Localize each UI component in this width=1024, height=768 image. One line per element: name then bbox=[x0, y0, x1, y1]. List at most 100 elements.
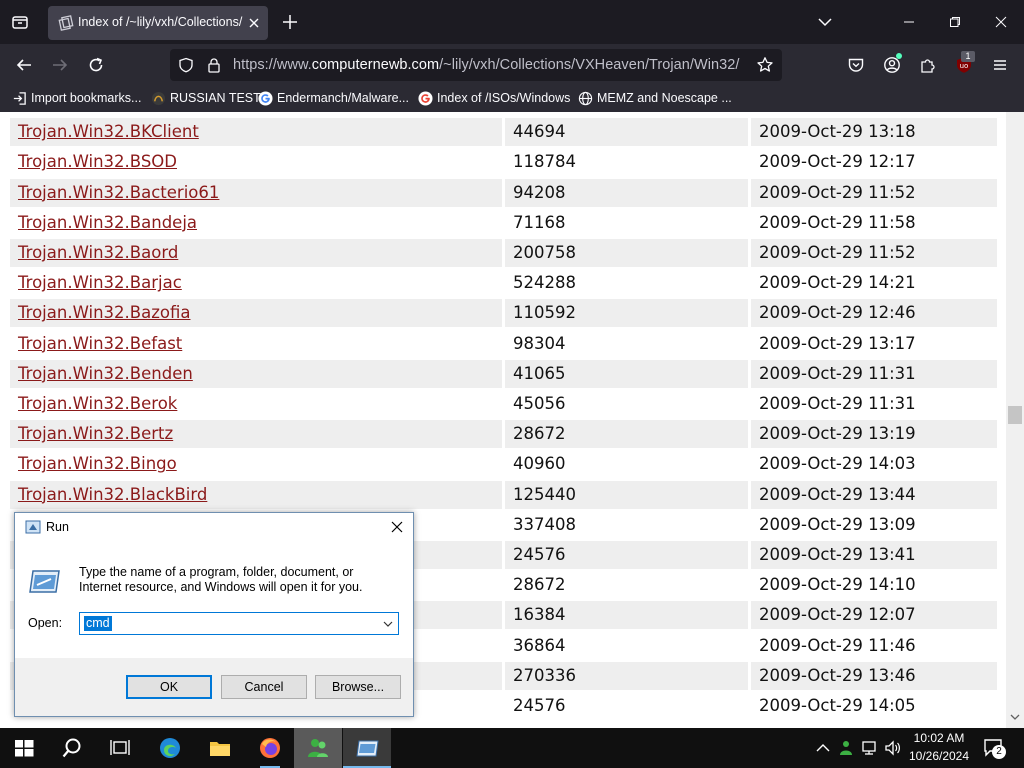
tab-bar: Index of /~lily/vxh/Collections/ bbox=[0, 0, 1024, 44]
file-link[interactable]: Trojan.Win32.Bandeja bbox=[18, 213, 197, 232]
open-input-value[interactable]: cmd bbox=[84, 616, 112, 631]
file-name-cell: Trojan.Win32.AutoAccepter bbox=[10, 112, 502, 116]
close-icon[interactable] bbox=[389, 519, 405, 535]
firefox-icon bbox=[260, 738, 280, 758]
new-tab-icon[interactable] bbox=[280, 12, 300, 32]
ok-button[interactable]: OK bbox=[126, 675, 212, 699]
scrollbar-thumb[interactable] bbox=[1008, 406, 1022, 424]
task-view-button[interactable] bbox=[96, 728, 144, 768]
file-link[interactable]: Trojan.Win32.Befast bbox=[18, 334, 182, 353]
url-text[interactable]: https://www.computernewb.com/~lily/vxh/C… bbox=[233, 57, 739, 73]
file-link[interactable]: Trojan.Win32.Benden bbox=[18, 364, 193, 383]
edge-icon bbox=[160, 738, 180, 758]
last-modified-cell: 2009-Oct-29 12:46 bbox=[751, 299, 997, 328]
last-modified-cell: 2009-Oct-29 11:31 bbox=[759, 394, 916, 413]
file-size-cell: 98304 bbox=[513, 333, 566, 353]
file-name-cell: Trojan.Win32.Bandeja bbox=[10, 209, 502, 237]
last-modified-cell: 2009-Oct-29 13:12 bbox=[751, 112, 997, 116]
file-link[interactable]: Trojan.Win32.Berok bbox=[18, 394, 177, 413]
file-size-cell: 118784 bbox=[513, 152, 576, 172]
cancel-button[interactable]: Cancel bbox=[221, 675, 307, 699]
forward-icon[interactable] bbox=[48, 53, 72, 77]
tracking-protection-shield-icon[interactable] bbox=[178, 57, 194, 73]
close-tab-icon[interactable] bbox=[246, 15, 262, 31]
file-link[interactable]: Trojan.Win32.Bertz bbox=[18, 424, 173, 443]
last-modified-cell: 2009-Oct-29 14:10 bbox=[759, 575, 916, 595]
chevron-down-icon[interactable] bbox=[382, 618, 394, 630]
account-icon[interactable] bbox=[880, 53, 904, 77]
last-modified-cell: 2009-Oct-29 11:52 bbox=[751, 239, 997, 267]
last-modified-cell: 2009-Oct-29 13:18 bbox=[751, 118, 997, 147]
file-size-cell: 94208 bbox=[505, 178, 748, 207]
taskbar-users-app[interactable] bbox=[294, 728, 342, 768]
bookmark-label: Endermanch/Malware... bbox=[277, 91, 410, 105]
run-dialog-titlebar[interactable]: Run bbox=[15, 513, 413, 541]
search-button[interactable] bbox=[48, 728, 96, 768]
file-link[interactable]: Trojan.Win32.Bingo bbox=[18, 454, 177, 473]
tab-active[interactable]: Index of /~lily/vxh/Collections/ bbox=[48, 6, 268, 40]
volume-icon[interactable] bbox=[884, 739, 902, 757]
url-path: /~lily/vxh/Collections/VXHeaven/Trojan/W… bbox=[439, 57, 740, 73]
file-link[interactable]: Trojan.Win32.BKClient bbox=[18, 122, 199, 141]
google-icon bbox=[418, 91, 433, 106]
browse-button[interactable]: Browse... bbox=[315, 675, 401, 699]
back-icon[interactable] bbox=[12, 53, 36, 77]
file-size-cell: 16384 bbox=[505, 601, 748, 630]
svg-text:uo: uo bbox=[960, 62, 969, 70]
file-name-cell: Trojan.Win32.Berok bbox=[10, 390, 502, 418]
reload-icon[interactable] bbox=[84, 53, 108, 77]
last-modified-cell: 2009-Oct-29 14:05 bbox=[759, 696, 916, 715]
users-tray-icon[interactable] bbox=[838, 739, 856, 757]
import-icon bbox=[13, 92, 26, 105]
maximize-window-button[interactable] bbox=[932, 0, 978, 44]
file-size-cell: 41065 bbox=[505, 359, 748, 388]
file-link[interactable]: Trojan.Win32.Bacterio61 bbox=[18, 183, 219, 202]
minimize-window-button[interactable] bbox=[886, 0, 932, 44]
file-size-cell: 200758 bbox=[505, 239, 748, 267]
file-link[interactable]: Trojan.Win32.BSOD bbox=[18, 152, 177, 171]
taskbar-edge[interactable] bbox=[146, 728, 194, 768]
file-link[interactable]: Trojan.Win32.BlackBird bbox=[18, 485, 207, 504]
network-icon[interactable] bbox=[861, 739, 879, 757]
file-size-cell: 45056 bbox=[513, 394, 566, 413]
bookmark-star-icon[interactable] bbox=[756, 56, 774, 74]
tab-list-icon[interactable] bbox=[10, 12, 30, 32]
clock-time[interactable]: 10:02 AM bbox=[904, 731, 974, 745]
open-combobox[interactable]: cmd bbox=[79, 612, 399, 635]
close-window-button[interactable] bbox=[978, 0, 1024, 44]
table-row: Trojan.Win32.Bertz 28672 2009-Oct-29 13:19 bbox=[10, 420, 998, 449]
taskbar: 10:02 AM 10/26/2024 2 bbox=[0, 728, 1024, 768]
file-name-cell: Trojan.Win32.BlackBird bbox=[10, 480, 502, 509]
hamburger-menu-icon[interactable] bbox=[988, 53, 1012, 77]
taskbar-run-dialog[interactable] bbox=[343, 728, 391, 768]
list-all-tabs-icon[interactable] bbox=[816, 13, 834, 31]
last-modified-cell: 2009-Oct-29 12:17 bbox=[759, 152, 916, 172]
site-favicon-icon bbox=[151, 91, 166, 106]
lock-icon[interactable] bbox=[206, 57, 222, 73]
file-link[interactable]: Trojan.Win32.Barjac bbox=[18, 273, 182, 292]
file-name-cell: Trojan.Win32.BKClient bbox=[10, 118, 502, 147]
notification-center-button[interactable]: 2 bbox=[982, 736, 1008, 760]
file-name-cell: Trojan.Win32.Benden bbox=[10, 359, 502, 388]
taskbar-file-explorer[interactable] bbox=[196, 728, 244, 768]
file-size-cell: 125440 bbox=[505, 480, 748, 509]
bookmark-label: Index of /ISOs/Windows bbox=[437, 91, 571, 105]
file-link[interactable]: Trojan.Win32.Bazofia bbox=[18, 303, 191, 322]
file-link[interactable]: Trojan.Win32.Baord bbox=[18, 243, 178, 262]
extensions-puzzle-icon[interactable] bbox=[916, 53, 940, 77]
taskbar-firefox[interactable] bbox=[246, 728, 294, 768]
file-size-cell: 28672 bbox=[505, 420, 748, 449]
last-modified-cell: 2009-Oct-29 11:58 bbox=[759, 212, 916, 232]
file-size-cell: 24576 bbox=[505, 541, 748, 569]
pocket-icon[interactable] bbox=[844, 53, 868, 77]
ublock-origin-icon[interactable]: uo 1 bbox=[952, 51, 976, 77]
windows-logo-icon bbox=[15, 740, 34, 757]
file-size-cell: 337408 bbox=[513, 514, 576, 534]
table-row: Trojan.Win32.Barjac 524288 2009-Oct-29 14:… bbox=[10, 269, 998, 297]
clock-date[interactable]: 10/26/2024 bbox=[904, 749, 974, 763]
scroll-down-arrow-icon[interactable] bbox=[1010, 712, 1020, 722]
show-hidden-icons-chevron-up-icon[interactable] bbox=[814, 739, 832, 757]
start-button[interactable] bbox=[0, 728, 48, 768]
run-dialog-description: Type the name of a program, folder, docu… bbox=[79, 565, 363, 594]
address-bar[interactable]: https://www.computernewb.com/~lily/vxh/C… bbox=[170, 49, 782, 81]
